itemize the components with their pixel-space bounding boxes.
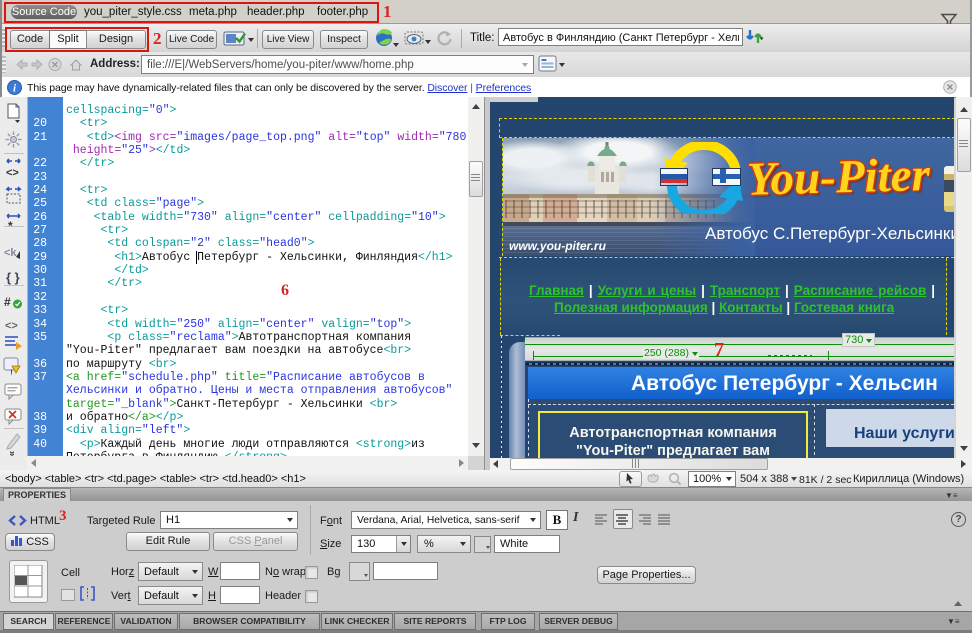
svg-text:!: ! — [10, 370, 12, 377]
svg-text:<>: <> — [5, 320, 18, 332]
svg-text:<k: <k — [4, 247, 17, 259]
svg-text:{ }: { } — [6, 270, 20, 285]
svg-text:#: # — [4, 295, 11, 309]
svg-text:<>: <> — [6, 167, 19, 179]
